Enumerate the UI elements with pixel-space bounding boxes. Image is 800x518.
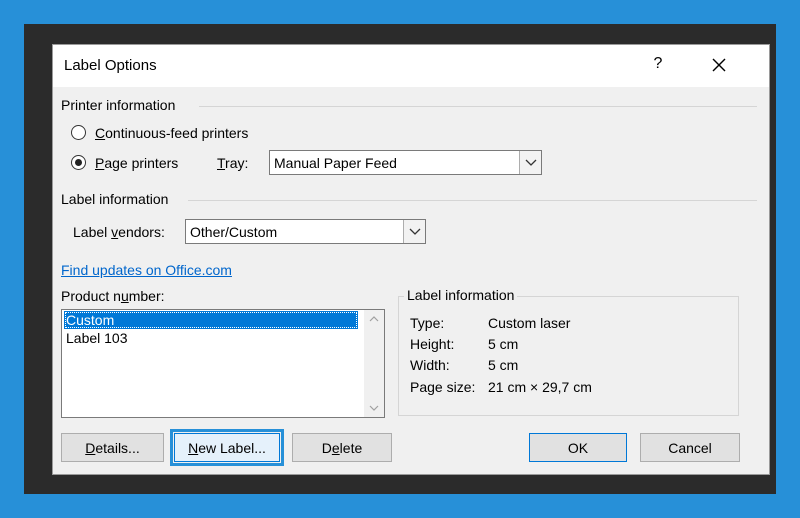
tray-label: Tray: <box>217 155 249 171</box>
ok-button[interactable]: OK <box>529 433 627 462</box>
scroll-down-button[interactable] <box>364 399 384 417</box>
label-details-heading: Label information <box>404 287 518 303</box>
details-button[interactable]: Details... <box>61 433 164 462</box>
page-printers-label: Page printers <box>95 155 179 171</box>
label-options-dialog: Label Options ? Printer information Cont… <box>52 44 770 475</box>
continuous-feed-radio[interactable] <box>71 125 86 140</box>
list-item[interactable]: Custom <box>64 311 358 329</box>
tray-dropdown-button[interactable] <box>519 151 541 174</box>
new-label-button[interactable]: New Label... <box>170 429 284 466</box>
label-details-group <box>398 296 739 416</box>
product-list-scrollbar[interactable] <box>364 310 384 417</box>
close-button[interactable] <box>704 51 734 79</box>
chevron-down-icon <box>369 405 379 411</box>
page-printers-radio[interactable] <box>71 155 86 170</box>
chevron-up-icon <box>369 316 379 322</box>
width-value: 5 cm <box>488 357 519 373</box>
label-vendors-value: Other/Custom <box>190 224 278 240</box>
product-number-label: Product number: <box>61 288 165 304</box>
label-info-heading: Label information <box>61 191 169 207</box>
page-size-value: 21 cm × 29,7 cm <box>488 379 592 395</box>
close-icon <box>712 58 726 72</box>
scroll-up-button[interactable] <box>364 310 384 328</box>
find-updates-link[interactable]: Find updates on Office.com <box>61 262 232 278</box>
delete-button[interactable]: De lete <box>292 433 392 462</box>
label-vendors-label: Label vendors: <box>73 224 165 240</box>
height-value: 5 cm <box>488 336 519 352</box>
type-value: Custom laser <box>488 315 571 331</box>
tray-value: Manual Paper Feed <box>274 155 397 171</box>
label-vendors-select[interactable]: Other/Custom <box>185 219 426 244</box>
width-key: Width: <box>410 357 450 373</box>
chevron-down-icon <box>409 228 420 235</box>
height-key: Height: <box>410 336 455 352</box>
continuous-feed-label: Continuous-feed printers <box>95 125 249 141</box>
type-key: Type: <box>410 315 445 331</box>
title-bar: Label Options ? <box>53 45 769 87</box>
cancel-button[interactable]: Cancel <box>640 433 740 462</box>
list-item[interactable]: Label 103 <box>64 329 358 347</box>
product-number-list[interactable]: Custom Label 103 <box>61 309 385 418</box>
printer-info-heading: Printer information <box>61 97 176 113</box>
tray-select[interactable]: Manual Paper Feed <box>269 150 542 175</box>
section-divider <box>199 106 757 107</box>
section-divider <box>188 200 757 201</box>
chevron-down-icon <box>525 159 536 166</box>
help-button[interactable]: ? <box>647 55 669 73</box>
dialog-title: Label Options <box>64 57 157 74</box>
label-vendors-dropdown-button[interactable] <box>403 220 425 243</box>
page-size-key: Page size: <box>410 379 476 395</box>
